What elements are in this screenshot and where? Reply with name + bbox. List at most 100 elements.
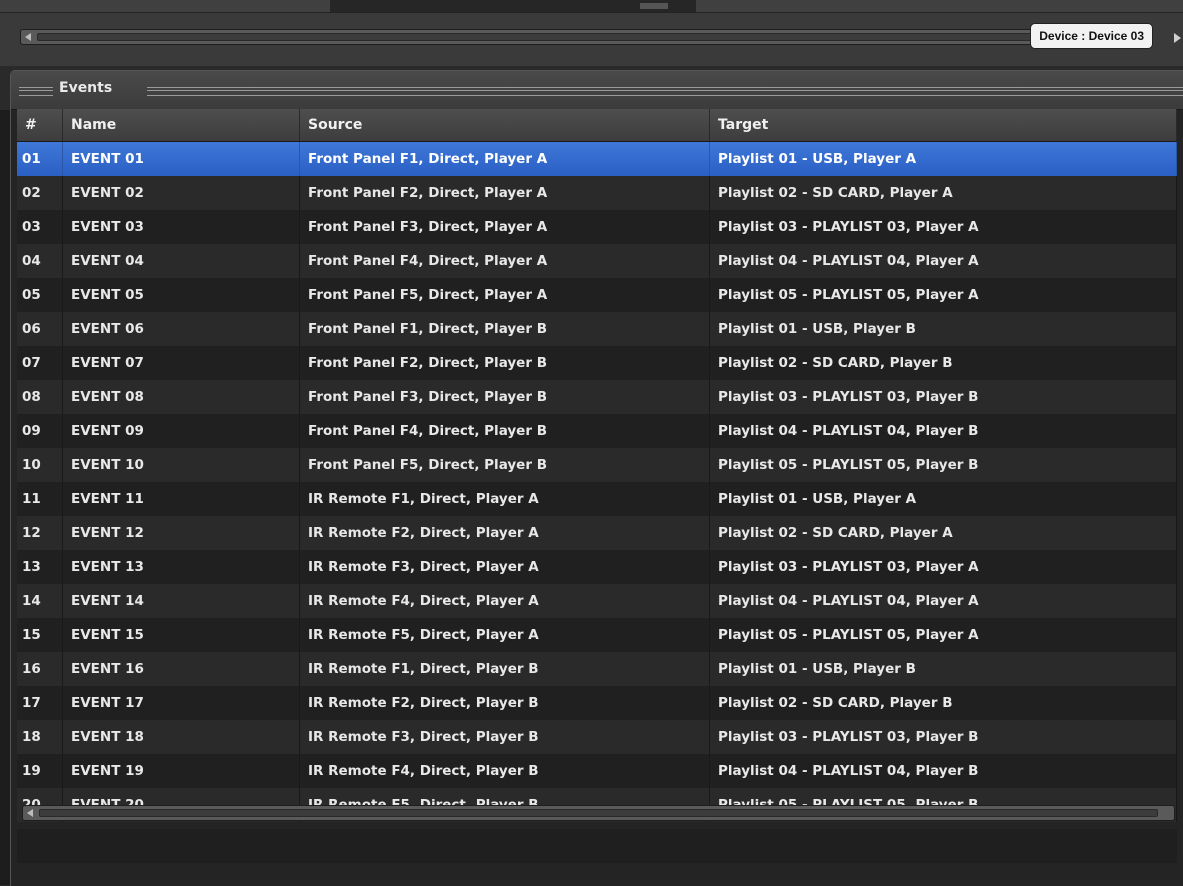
column-header-source[interactable]: Source	[300, 109, 710, 141]
table-empty-area	[17, 829, 1177, 863]
table-row[interactable]: 10 EVENT 10 Front Panel F5, Direct, Player…	[17, 448, 1177, 482]
table-row[interactable]: 18 EVENT 18 IR Remote F3, Direct, Player B…	[17, 720, 1177, 754]
cell-source: Front Panel F5, Direct, Player B	[300, 448, 710, 482]
cell-source: IR Remote F2, Direct, Player B	[300, 686, 710, 720]
cell-source: Front Panel F1, Direct, Player B	[300, 312, 710, 346]
cell-source: Front Panel F4, Direct, Player B	[300, 414, 710, 448]
cell-number: 04	[17, 244, 63, 278]
cell-number: 16	[17, 652, 63, 686]
table-row[interactable]: 19 EVENT 19 IR Remote F4, Direct, Player B…	[17, 754, 1177, 788]
table-row[interactable]: 11 EVENT 11 IR Remote F1, Direct, Player A…	[17, 482, 1177, 516]
cell-target: Playlist 02 - SD CARD, Player B	[710, 686, 1177, 720]
cell-target: Playlist 03 - PLAYLIST 03, Player B	[710, 720, 1177, 754]
cell-name: EVENT 10	[63, 448, 300, 482]
cell-target: Playlist 01 - USB, Player A	[710, 142, 1177, 176]
cell-source: Front Panel F4, Direct, Player A	[300, 244, 710, 278]
splitter-grip-icon[interactable]	[640, 3, 668, 9]
cell-name: EVENT 01	[63, 142, 300, 176]
top-horizontal-scrollbar[interactable]	[20, 29, 1152, 45]
cell-source: IR Remote F1, Direct, Player A	[300, 482, 710, 516]
cell-number: 19	[17, 754, 63, 788]
cell-target: Playlist 04 - PLAYLIST 04, Player A	[710, 244, 1177, 278]
scroll-track[interactable]	[39, 809, 1158, 817]
cell-target: Playlist 05 - PLAYLIST 05, Player A	[710, 618, 1177, 652]
cell-number: 17	[17, 686, 63, 720]
table-row[interactable]: 09 EVENT 09 Front Panel F4, Direct, Player…	[17, 414, 1177, 448]
column-header-name[interactable]: Name	[63, 109, 300, 141]
column-header-number[interactable]: #	[17, 109, 63, 141]
table-row[interactable]: 16 EVENT 16 IR Remote F1, Direct, Player B…	[17, 652, 1177, 686]
cell-source: Front Panel F1, Direct, Player A	[300, 142, 710, 176]
cell-name: EVENT 15	[63, 618, 300, 652]
cell-name: EVENT 12	[63, 516, 300, 550]
table-row[interactable]: 12 EVENT 12 IR Remote F2, Direct, Player A…	[17, 516, 1177, 550]
cell-number: 15	[17, 618, 63, 652]
cell-number: 06	[17, 312, 63, 346]
cell-name: EVENT 17	[63, 686, 300, 720]
cell-name: EVENT 05	[63, 278, 300, 312]
cell-target: Playlist 05 - PLAYLIST 05, Player A	[710, 278, 1177, 312]
device-badge: Device : Device 03	[1030, 23, 1153, 49]
cell-number: 10	[17, 448, 63, 482]
column-header-target[interactable]: Target	[710, 109, 1177, 141]
cell-source: IR Remote F5, Direct, Player A	[300, 618, 710, 652]
cell-name: EVENT 08	[63, 380, 300, 414]
table-row[interactable]: 04 EVENT 04 Front Panel F4, Direct, Player…	[17, 244, 1177, 278]
cell-source: IR Remote F3, Direct, Player B	[300, 720, 710, 754]
cell-source: IR Remote F2, Direct, Player A	[300, 516, 710, 550]
table-header: # Name Source Target	[17, 109, 1177, 142]
table-row[interactable]: 05 EVENT 05 Front Panel F5, Direct, Player…	[17, 278, 1177, 312]
cell-source: Front Panel F3, Direct, Player B	[300, 380, 710, 414]
cell-name: EVENT 03	[63, 210, 300, 244]
table-row[interactable]: 15 EVENT 15 IR Remote F5, Direct, Player A…	[17, 618, 1177, 652]
table-row[interactable]: 01 EVENT 01 Front Panel F1, Direct, Player…	[17, 142, 1177, 176]
panel-grip-icon[interactable]	[19, 87, 53, 96]
cell-name: EVENT 18	[63, 720, 300, 754]
cell-name: EVENT 14	[63, 584, 300, 618]
table-row[interactable]: 06 EVENT 06 Front Panel F1, Direct, Player…	[17, 312, 1177, 346]
cell-target: Playlist 03 - PLAYLIST 03, Player A	[710, 550, 1177, 584]
cell-target: Playlist 01 - USB, Player B	[710, 652, 1177, 686]
table-row[interactable]: 03 EVENT 03 Front Panel F3, Direct, Player…	[17, 210, 1177, 244]
cell-name: EVENT 06	[63, 312, 300, 346]
cell-name: EVENT 07	[63, 346, 300, 380]
table-row[interactable]: 13 EVENT 13 IR Remote F3, Direct, Player A…	[17, 550, 1177, 584]
panel-title: Events	[59, 80, 113, 96]
cell-target: Playlist 05 - PLAYLIST 05, Player B	[710, 448, 1177, 482]
panel-grip-icon[interactable]	[147, 87, 1183, 96]
cell-name: EVENT 11	[63, 482, 300, 516]
cell-number: 01	[17, 142, 63, 176]
cell-source: Front Panel F3, Direct, Player A	[300, 210, 710, 244]
table-body: 01 EVENT 01 Front Panel F1, Direct, Player…	[17, 142, 1177, 822]
cell-name: EVENT 02	[63, 176, 300, 210]
cell-number: 05	[17, 278, 63, 312]
bottom-horizontal-scrollbar[interactable]	[22, 805, 1175, 821]
cell-target: Playlist 04 - PLAYLIST 04, Player A	[710, 584, 1177, 618]
cell-target: Playlist 04 - PLAYLIST 04, Player B	[710, 754, 1177, 788]
cell-number: 09	[17, 414, 63, 448]
cell-target: Playlist 02 - SD CARD, Player A	[710, 516, 1177, 550]
table-row[interactable]: 07 EVENT 07 Front Panel F2, Direct, Player…	[17, 346, 1177, 380]
cell-name: EVENT 04	[63, 244, 300, 278]
cell-source: Front Panel F2, Direct, Player B	[300, 346, 710, 380]
cell-number: 13	[17, 550, 63, 584]
cell-number: 02	[17, 176, 63, 210]
scroll-track[interactable]	[37, 33, 1135, 41]
cell-name: EVENT 16	[63, 652, 300, 686]
table-row[interactable]: 08 EVENT 08 Front Panel F3, Direct, Player…	[17, 380, 1177, 414]
cell-source: IR Remote F3, Direct, Player A	[300, 550, 710, 584]
table-row[interactable]: 14 EVENT 14 IR Remote F4, Direct, Player A…	[17, 584, 1177, 618]
cell-number: 18	[17, 720, 63, 754]
scroll-left-arrow-icon[interactable]	[25, 33, 31, 41]
panel-header: Events	[11, 71, 1183, 110]
scroll-right-arrow-icon[interactable]	[1174, 33, 1181, 43]
cell-number: 12	[17, 516, 63, 550]
table-row[interactable]: 17 EVENT 17 IR Remote F2, Direct, Player B…	[17, 686, 1177, 720]
cell-number: 14	[17, 584, 63, 618]
events-table: # Name Source Target 01 EVENT 01 Front Pan…	[17, 109, 1177, 822]
cell-target: Playlist 04 - PLAYLIST 04, Player B	[710, 414, 1177, 448]
table-row[interactable]: 02 EVENT 02 Front Panel F2, Direct, Player…	[17, 176, 1177, 210]
scroll-left-arrow-icon[interactable]	[27, 809, 33, 817]
cell-number: 08	[17, 380, 63, 414]
cell-name: EVENT 19	[63, 754, 300, 788]
